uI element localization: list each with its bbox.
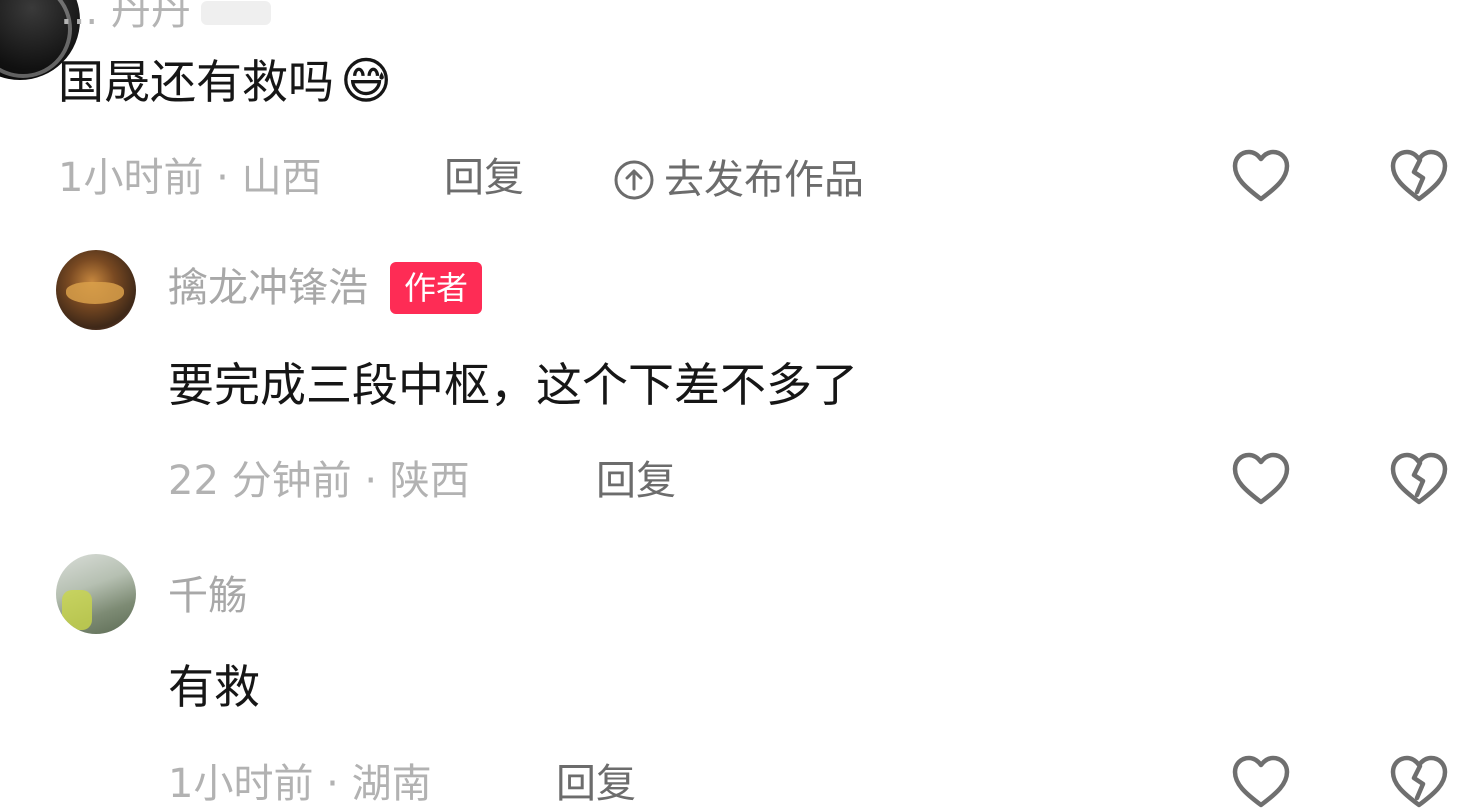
reply-button[interactable]: 回复 xyxy=(596,461,676,501)
username-top-text: ... 丹丹 xyxy=(60,0,191,34)
dislike-button[interactable] xyxy=(1386,742,1452,808)
sweat-smile-emoji: 😅 xyxy=(340,52,393,110)
broken-heart-icon xyxy=(1390,452,1448,505)
heart-outline-icon xyxy=(1232,452,1290,505)
dislike-button[interactable] xyxy=(1386,143,1452,209)
comment-2-meta: 22 分钟前 · 陕西 xyxy=(168,458,470,504)
comment-2-header: 擒龙冲锋浩 作者 xyxy=(168,262,483,314)
avatar[interactable] xyxy=(56,250,136,330)
top-badge-partial xyxy=(200,1,271,25)
comment-3-meta: 1小时前 · 湖南 xyxy=(168,761,432,807)
username[interactable]: 擒龙冲锋浩 xyxy=(168,268,368,308)
arrow-up-circle-icon xyxy=(614,160,654,200)
like-button[interactable] xyxy=(1228,143,1294,209)
username-top-partial: ... 丹丹 xyxy=(60,0,271,36)
broken-heart-icon xyxy=(1390,149,1448,202)
publish-label: 去发布作品 xyxy=(664,157,864,203)
like-button[interactable] xyxy=(1228,446,1294,512)
comment-1-text: 国晟还有救吗 xyxy=(58,55,334,109)
username[interactable]: 千觞 xyxy=(168,576,248,616)
heart-outline-icon xyxy=(1232,755,1290,808)
like-button[interactable] xyxy=(1228,742,1294,808)
avatar[interactable] xyxy=(56,554,136,634)
author-badge: 作者 xyxy=(390,262,483,314)
reply-button[interactable]: 回复 xyxy=(556,764,636,804)
dislike-button[interactable] xyxy=(1386,446,1452,512)
publish-work-button[interactable]: 去发布作品 xyxy=(612,158,864,202)
comment-2-text: 要完成三段中枢，这个下差不多了 xyxy=(168,358,858,412)
comment-1-meta: 1小时前 · 山西 xyxy=(58,155,322,201)
comment-3-text: 有救 xyxy=(168,660,260,714)
comment-text: 国晟还有救吗 😅 xyxy=(58,56,392,106)
reply-button[interactable]: 回复 xyxy=(444,158,524,198)
broken-heart-icon xyxy=(1390,755,1448,808)
heart-outline-icon xyxy=(1232,149,1290,202)
